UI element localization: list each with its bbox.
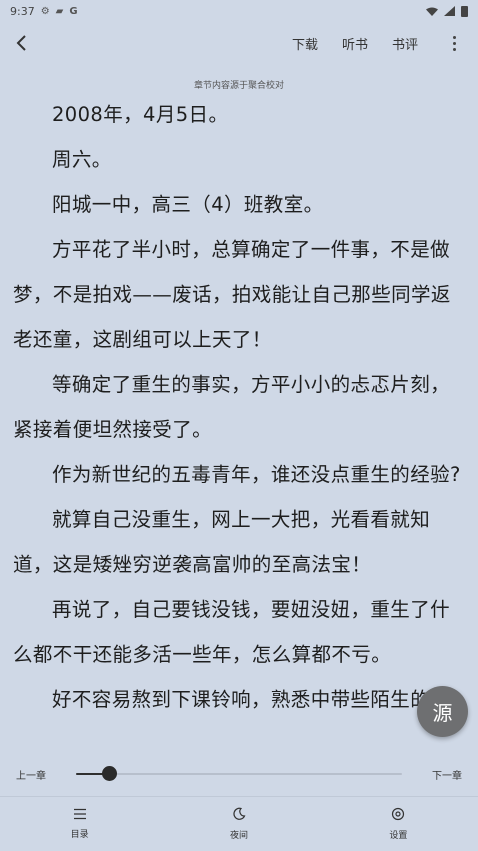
settings-icon: ⚙: [40, 5, 50, 17]
signal-icon: [444, 6, 455, 16]
paragraph: 就算自己没重生，网上一大把，光看看就知道，这是矮矬穷逆袭高富帅的至高法宝！: [13, 508, 431, 576]
battery-icon: [461, 5, 468, 17]
settings-gear-icon: [392, 807, 405, 821]
nav-toc-label: 目录: [70, 830, 89, 840]
status-left: 9:37 ⚙ ▰ G: [10, 5, 78, 18]
next-chapter-button[interactable]: 下一章: [432, 767, 462, 782]
status-time: 9:37: [10, 4, 35, 18]
menu-list-icon: [73, 808, 86, 820]
chapter-nav-bar: 上一章 下一章: [0, 752, 478, 796]
top-actions: 下载 听书 书评: [292, 34, 462, 53]
source-fab-button[interactable]: 源: [417, 686, 468, 737]
reader-top-bar: 下载 听书 书评: [0, 22, 478, 64]
status-bar: 9:37 ⚙ ▰ G: [0, 0, 478, 22]
download-button[interactable]: 下载: [292, 34, 318, 53]
google-icon: G: [69, 5, 78, 17]
back-button[interactable]: [16, 29, 44, 57]
slider-track: [76, 773, 402, 775]
paragraph: 2008年，4月5日。: [52, 103, 229, 126]
paragraph: 再说了，自己要钱没钱，要妞没妞，重生了什么都不干还能多活一些年，怎么算都不亏。: [13, 598, 451, 666]
paragraph: 等确定了重生的事实，方平小小的忐忑片刻，紧接着便坦然接受了。: [13, 373, 451, 441]
paragraph: 方平花了半小时，总算确定了一件事，不是做梦，不是拍戏——废话，拍戏能让自己那些同…: [13, 238, 451, 351]
listen-button[interactable]: 听书: [342, 34, 368, 53]
review-button[interactable]: 书评: [392, 34, 418, 53]
paragraph: 阳城一中，高三（4）班教室。: [52, 193, 324, 216]
cat-icon: ▰: [55, 5, 64, 17]
nav-toc[interactable]: 目录: [0, 797, 159, 851]
paragraph: 作为新世纪的五毒青年，谁还没点重生的经验?: [52, 463, 461, 486]
nav-settings[interactable]: 设置: [319, 797, 478, 851]
wifi-icon: [426, 7, 438, 16]
nav-night-label: 夜间: [229, 831, 248, 841]
bottom-nav: 目录 夜间 设置: [0, 796, 478, 851]
paragraph: 周六。: [52, 148, 112, 171]
source-note: 章节内容源于聚合校对: [193, 81, 284, 91]
paragraph: 好不容易熬到下课铃响，熟悉中带些陌生的: [52, 688, 431, 711]
chapter-progress-slider[interactable]: [76, 764, 402, 784]
prev-chapter-button[interactable]: 上一章: [16, 767, 46, 782]
status-right: [426, 5, 468, 17]
moon-icon: [233, 807, 246, 820]
nav-settings-label: 设置: [389, 831, 408, 841]
more-options-icon[interactable]: [446, 35, 462, 51]
slider-thumb[interactable]: [101, 766, 117, 781]
chevron-left-icon: [16, 35, 26, 51]
chapter-content: 2008年，4月5日。 周六。 阳城一中，高三（4）班教室。 方平花了半小时，总…: [13, 92, 468, 752]
nav-night[interactable]: 夜间: [159, 797, 318, 851]
